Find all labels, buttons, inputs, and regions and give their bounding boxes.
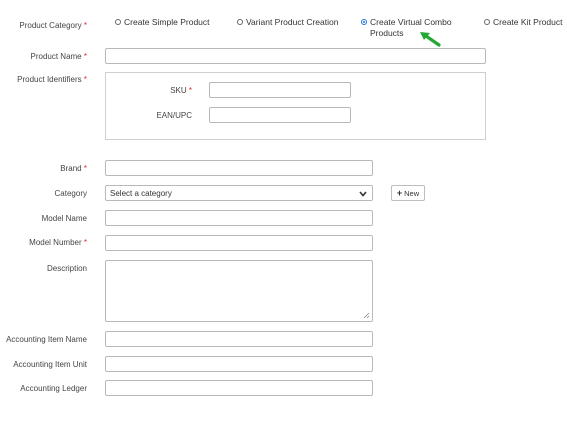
accounting-item-unit-label-text: Accounting Item Unit <box>13 360 87 369</box>
radio-label: Create Kit Product <box>493 17 563 27</box>
product-name-label: Product Name * <box>0 52 88 61</box>
description-label-text: Description <box>46 264 87 273</box>
model-name-input[interactable] <box>105 210 373 226</box>
sku-label: SKU * <box>150 86 192 95</box>
category-select-value: Select a category <box>110 189 172 198</box>
ean-upc-label-text: EAN/UPC <box>156 111 192 120</box>
radio-label-line2: Products <box>370 28 404 38</box>
sku-label-text: SKU <box>170 86 187 95</box>
resize-grip-icon[interactable] <box>363 312 370 319</box>
add-category-new-button[interactable]: + New <box>391 185 425 201</box>
accounting-item-unit-label: Accounting Item Unit <box>0 360 87 369</box>
model-number-label-text: Model Number <box>29 238 82 247</box>
required-marker: * <box>188 86 192 95</box>
radio-icon[interactable] <box>115 19 121 25</box>
plus-icon: + <box>396 188 403 198</box>
description-textarea[interactable] <box>105 260 373 322</box>
product-category-label: Product Category * <box>0 21 87 30</box>
ean-upc-label: EAN/UPC <box>140 111 192 120</box>
brand-input[interactable] <box>105 160 373 176</box>
new-button-label: New <box>404 188 420 198</box>
chevron-down-icon[interactable] <box>359 191 367 197</box>
radio-selected-icon[interactable] <box>361 19 367 25</box>
required-marker: * <box>83 21 87 30</box>
radio-label-line1: Create Virtual Combo <box>370 17 452 27</box>
product-name-input[interactable] <box>105 48 486 64</box>
category-label: Category <box>0 189 87 198</box>
radio-label: Variant Product Creation <box>246 17 339 27</box>
accounting-ledger-input[interactable] <box>105 380 373 396</box>
product-category-label-text: Product Category <box>19 21 82 30</box>
ean-upc-input[interactable] <box>209 107 351 123</box>
model-number-label: Model Number * <box>0 238 87 247</box>
category-label-text: Category <box>54 189 87 198</box>
radio-icon[interactable] <box>484 19 490 25</box>
required-marker: * <box>83 52 87 61</box>
brand-label: Brand * <box>0 164 87 173</box>
product-identifiers-label: Product Identifiers * <box>0 75 87 84</box>
required-marker: * <box>83 164 87 173</box>
accounting-item-name-label: Accounting Item Name <box>0 335 87 344</box>
model-name-label: Model Name <box>0 214 87 223</box>
radio-create-kit-product[interactable]: Create Kit Product <box>484 17 562 27</box>
radio-create-simple-product[interactable]: Create Simple Product <box>115 17 210 27</box>
accounting-ledger-label-text: Accounting Ledger <box>20 384 87 393</box>
accounting-item-name-label-text: Accounting Item Name <box>6 335 87 344</box>
sku-input[interactable] <box>209 82 351 98</box>
accounting-item-name-input[interactable] <box>105 331 373 347</box>
model-name-label-text: Model Name <box>41 214 87 223</box>
required-marker: * <box>83 75 87 84</box>
green-arrow-icon <box>420 32 441 47</box>
accounting-item-unit-input[interactable] <box>105 356 373 372</box>
radio-variant-product-creation[interactable]: Variant Product Creation <box>237 17 338 27</box>
model-number-input[interactable] <box>105 235 373 251</box>
required-marker: * <box>83 238 87 247</box>
accounting-ledger-label: Accounting Ledger <box>0 384 87 393</box>
product-identifiers-label-text: Product Identifiers <box>17 75 82 84</box>
brand-label-text: Brand <box>60 164 82 173</box>
radio-icon[interactable] <box>237 19 243 25</box>
radio-label: Create Simple Product <box>124 17 210 27</box>
description-label: Description <box>0 264 87 273</box>
category-select[interactable]: Select a category <box>105 185 373 201</box>
product-name-label-text: Product Name <box>30 52 82 61</box>
